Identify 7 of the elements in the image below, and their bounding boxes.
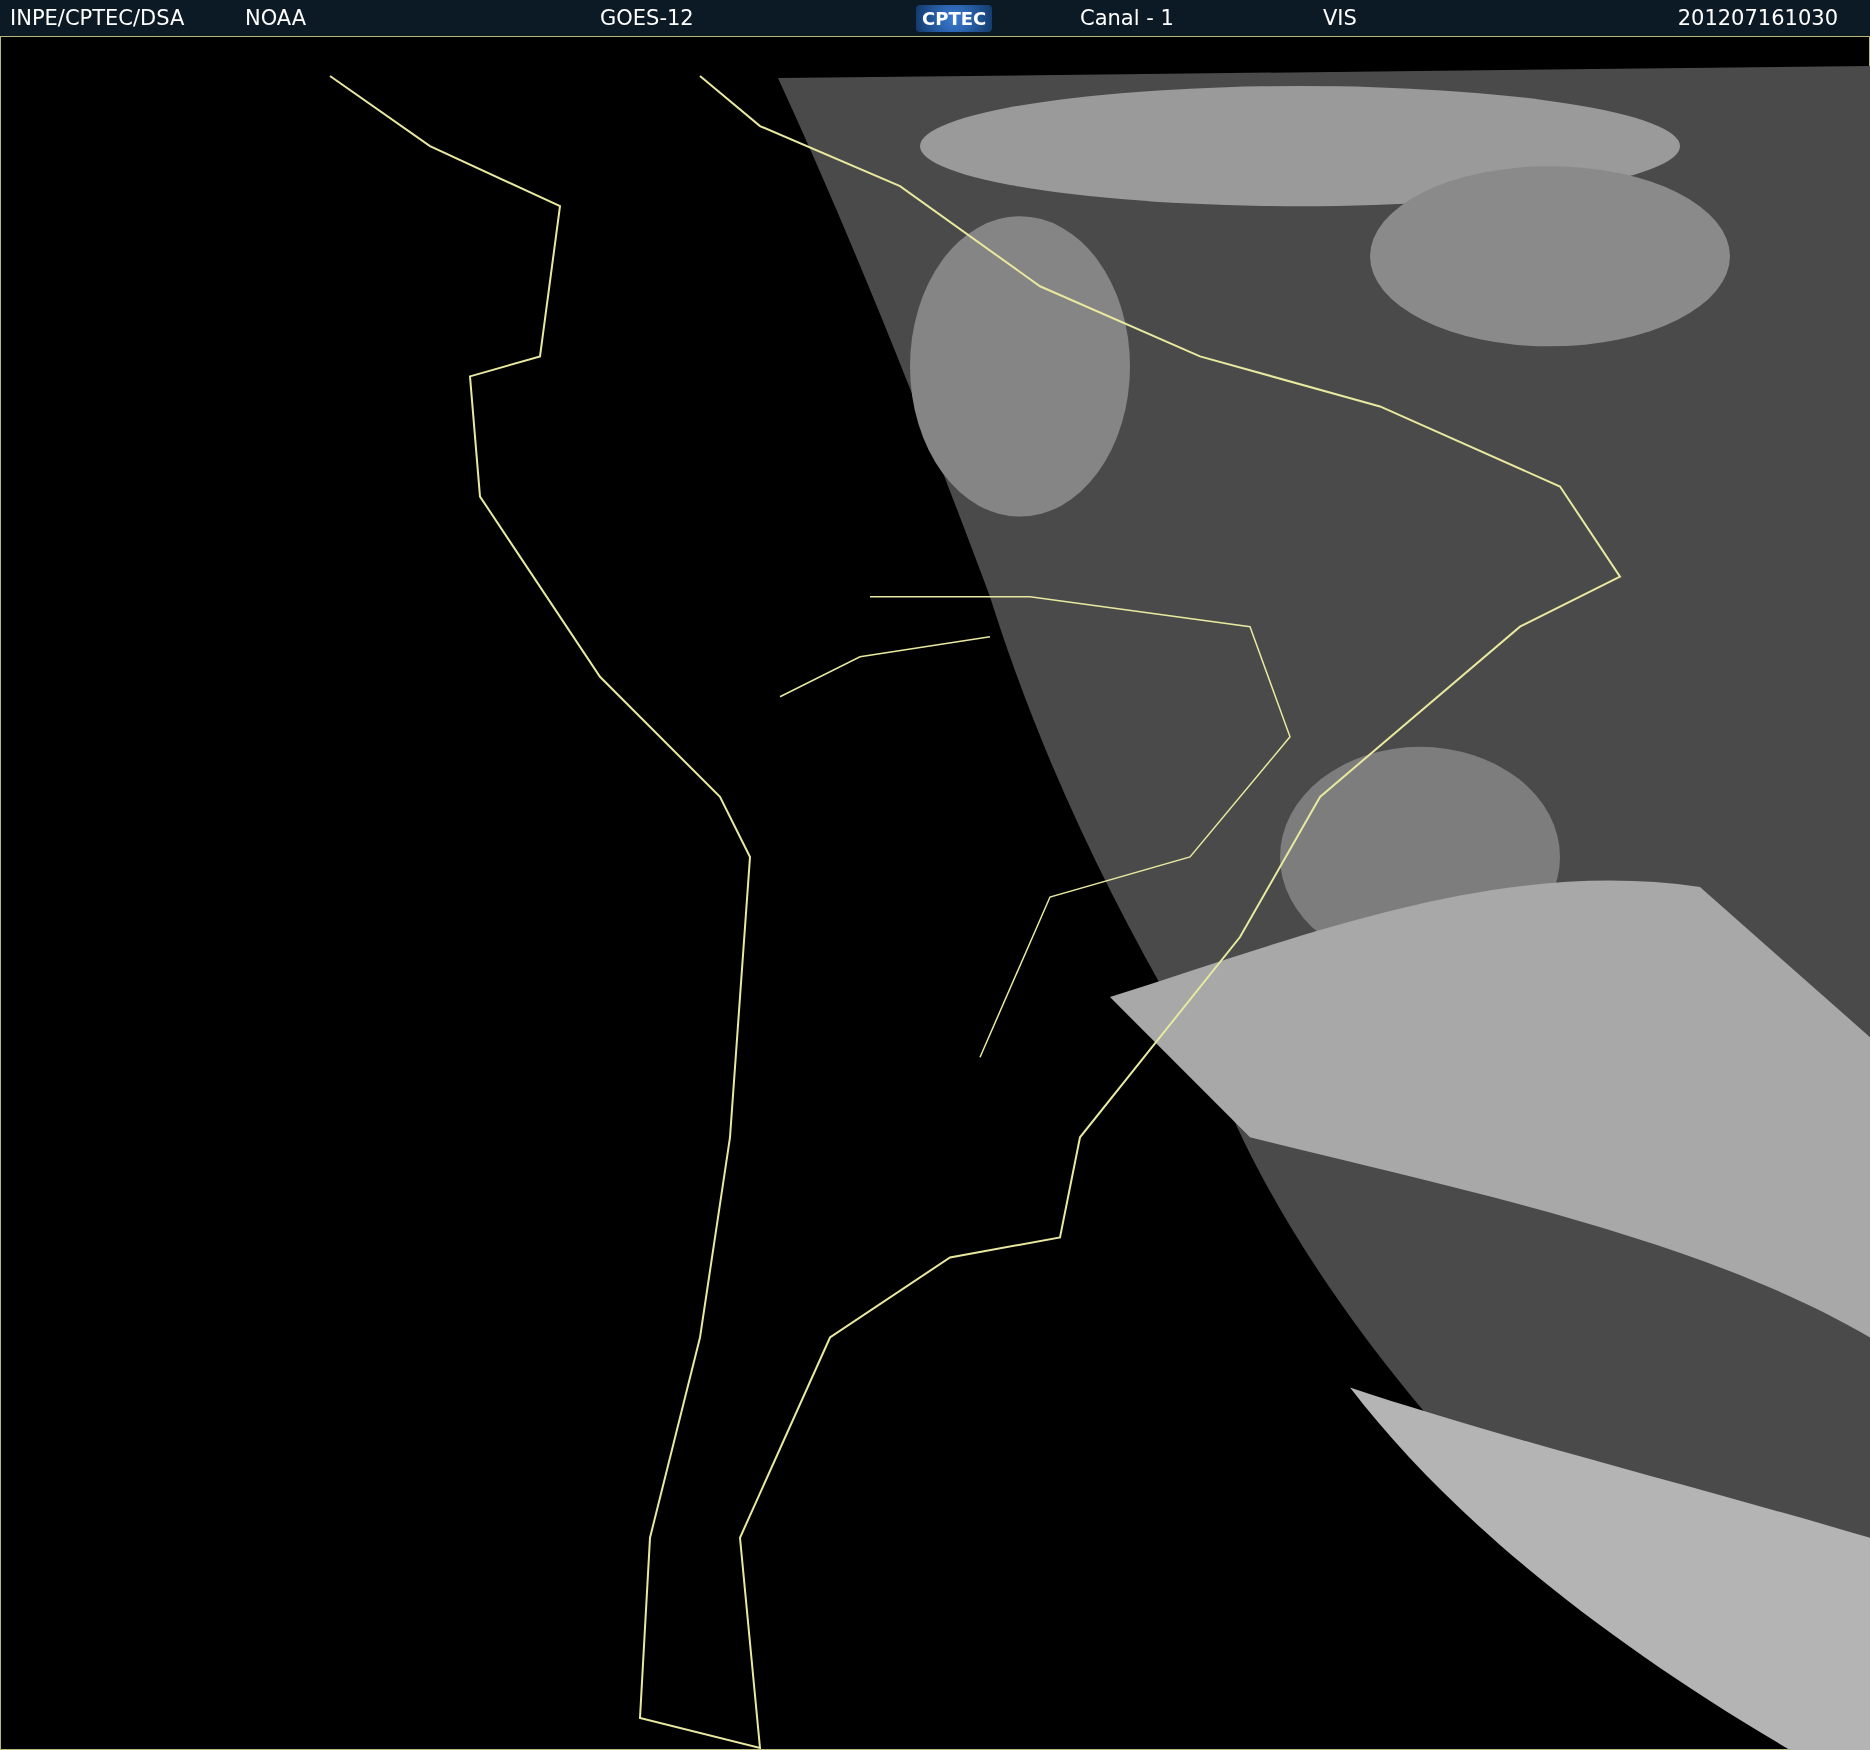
timestamp-label: 201207161030: [1677, 6, 1838, 30]
agency-label: NOAA: [245, 6, 308, 30]
band-label: VIS: [1323, 6, 1358, 30]
source-label: INPE/CPTEC/DSA: [10, 6, 186, 30]
logo: CPTEC: [916, 4, 993, 32]
channel-label: Canal - 1: [1080, 6, 1175, 30]
satellite-label: GOES-12: [600, 6, 695, 30]
